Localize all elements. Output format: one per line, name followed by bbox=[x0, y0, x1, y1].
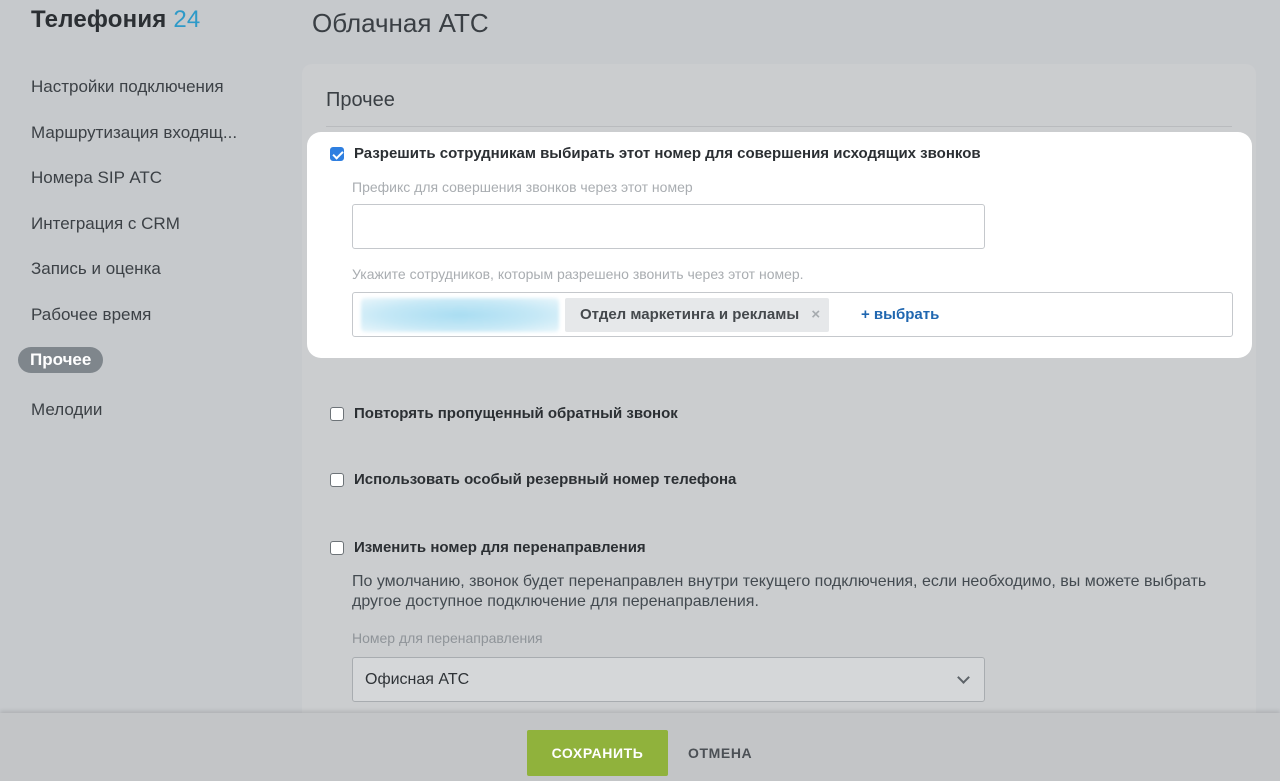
repeat-missed-checkbox[interactable] bbox=[330, 407, 344, 421]
page-title: Облачная АТС bbox=[312, 8, 489, 38]
employee-tag: Отдел маркетинга и рекламы × bbox=[565, 298, 830, 332]
sidebar-item-recording[interactable]: Запись и оценка bbox=[18, 254, 258, 284]
sidebar-item-melodies[interactable]: Мелодии bbox=[18, 395, 258, 425]
allow-outgoing-checkbox[interactable] bbox=[330, 147, 344, 161]
save-button[interactable]: СОХРАНИТЬ bbox=[527, 730, 668, 776]
sidebar-item-connection-settings[interactable]: Настройки подключения bbox=[18, 72, 258, 102]
tag-remove-icon[interactable]: × bbox=[811, 298, 820, 332]
repeat-missed-label[interactable]: Повторять пропущенный обратный звонок bbox=[354, 405, 678, 422]
sidebar-item-incoming-routing[interactable]: Маршрутизация входящ... bbox=[18, 118, 258, 148]
redirect-select-hint: Номер для перенаправления bbox=[352, 630, 543, 646]
section-title: Прочее bbox=[326, 89, 395, 111]
allow-outgoing-label[interactable]: Разрешить сотрудникам выбирать этот номе… bbox=[354, 145, 981, 162]
sidebar-item-sip-numbers[interactable]: Номера SIP АТС bbox=[18, 163, 258, 193]
redirect-number-label[interactable]: Изменить номер для перенаправления bbox=[354, 539, 646, 556]
employees-selector[interactable]: Отдел маркетинга и рекламы × + выбрать bbox=[352, 292, 1233, 337]
employees-hint: Укажите сотрудников, которым разрешено з… bbox=[352, 266, 804, 282]
backup-number-checkbox[interactable] bbox=[330, 473, 344, 487]
redirect-description: По умолчанию, звонок будет перенаправлен… bbox=[352, 573, 1207, 610]
redirect-number-select[interactable]: Офисная АТС bbox=[352, 657, 985, 702]
prefix-input[interactable] bbox=[352, 204, 985, 249]
section-divider bbox=[326, 126, 1232, 127]
app-brand: Телефония 24 bbox=[31, 6, 200, 34]
brand-name: Телефония bbox=[31, 6, 167, 33]
backup-number-label[interactable]: Использовать особый резервный номер теле… bbox=[354, 471, 736, 488]
cancel-button[interactable]: ОТМЕНА bbox=[688, 730, 752, 776]
footer-bar: СОХРАНИТЬ ОТМЕНА bbox=[0, 713, 1280, 781]
chevron-down-icon bbox=[957, 671, 970, 684]
allow-outgoing-block: Разрешить сотрудникам выбирать этот номе… bbox=[307, 132, 1252, 358]
sidebar-item-working-hours[interactable]: Рабочее время bbox=[18, 300, 258, 330]
redirect-number-checkbox[interactable] bbox=[330, 541, 344, 555]
redirect-select-value: Офисная АТС bbox=[365, 671, 470, 688]
prefix-hint: Префикс для совершения звонков через это… bbox=[352, 179, 693, 195]
add-employee-link[interactable]: + выбрать bbox=[861, 293, 939, 337]
sidebar-nav: Настройки подключения Маршрутизация вход… bbox=[18, 72, 278, 441]
employee-tag-label: Отдел маркетинга и рекламы bbox=[580, 306, 800, 323]
sidebar-item-other[interactable]: Прочее bbox=[18, 347, 104, 373]
brand-number: 24 bbox=[173, 6, 201, 33]
employee-chip-blurred bbox=[361, 298, 559, 332]
sidebar-item-crm-integration[interactable]: Интеграция с CRM bbox=[18, 209, 258, 239]
